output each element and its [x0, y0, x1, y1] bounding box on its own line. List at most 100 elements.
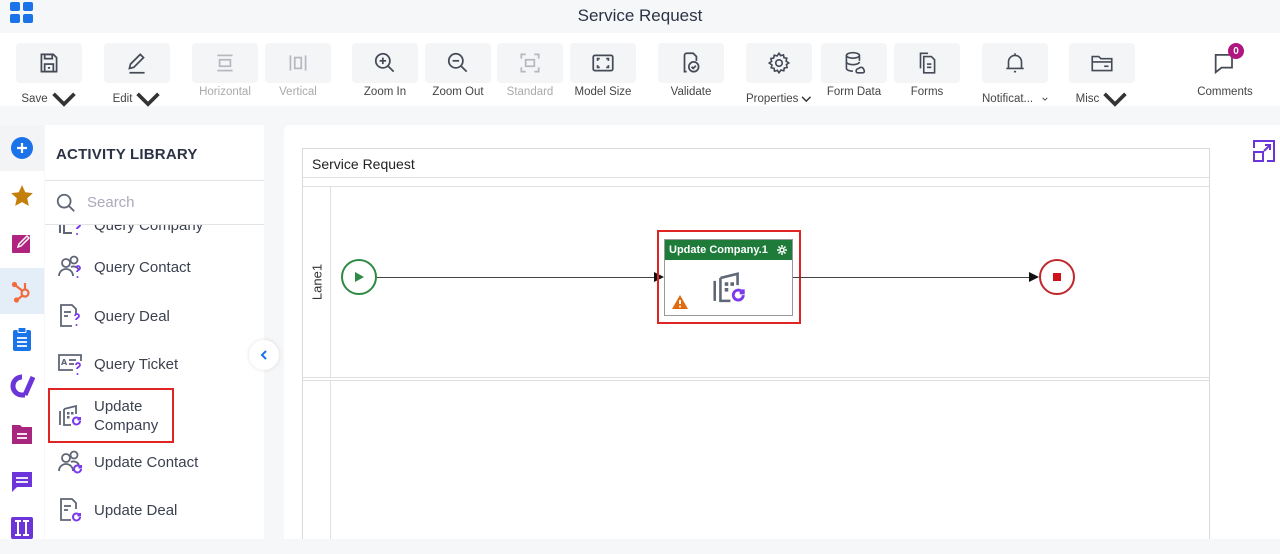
pool-title: Service Request	[312, 156, 415, 172]
save-icon	[40, 53, 58, 73]
vertical-label: Vertical	[279, 86, 317, 98]
library-item-query-ticket[interactable]: A Query Ticket	[45, 344, 264, 384]
clipboard-icon	[13, 327, 31, 351]
zoom-in-button[interactable]: Zoom In	[352, 43, 418, 103]
standard-button[interactable]: Standard	[497, 43, 563, 103]
library-item-label: Update Deal	[94, 501, 178, 519]
start-event[interactable]	[341, 259, 377, 295]
edit-label: Edit	[112, 93, 133, 105]
divider	[303, 177, 1209, 178]
document-folder-icon	[12, 425, 32, 444]
expand-icon[interactable]	[1251, 138, 1277, 164]
rail-add[interactable]	[0, 125, 44, 171]
library-item-query-contact[interactable]: Query Contact	[45, 247, 264, 287]
lane-2[interactable]	[303, 380, 1209, 550]
zoom-out-label: Zoom Out	[432, 86, 484, 98]
task-label: Update Company.1	[669, 244, 768, 256]
misc-button[interactable]: Misc	[1069, 43, 1135, 107]
save-label: Save	[21, 93, 48, 105]
folder-icon	[1091, 55, 1113, 72]
database-icon	[845, 51, 866, 74]
forms-button[interactable]: Forms	[894, 43, 960, 103]
svg-text:A: A	[61, 358, 68, 367]
activity-library: ACTIVITY LIBRARY Query Company Query Con…	[45, 125, 264, 539]
horizontal-label: Horizontal	[199, 86, 251, 98]
library-item-label: Query Deal	[94, 307, 170, 325]
horizontal-layout-icon	[217, 54, 233, 72]
left-rail	[0, 125, 44, 545]
form-data-button[interactable]: Form Data	[821, 43, 887, 103]
rail-clipboard[interactable]	[0, 316, 44, 362]
chevron-down-icon	[51, 92, 76, 107]
rail-integration[interactable]	[0, 363, 44, 409]
toolbar: Save Edit Horizontal Vertical Zoom In Zo…	[0, 33, 1280, 107]
warning-icon[interactable]	[671, 294, 689, 310]
library-item-query-deal[interactable]: Query Deal	[45, 296, 264, 336]
zoom-in-label: Zoom In	[363, 86, 407, 98]
update-company-icon	[712, 272, 745, 303]
update-contact-icon	[55, 447, 85, 477]
rail-favorites[interactable]	[0, 173, 44, 219]
chevron-down-icon	[1042, 97, 1048, 101]
standard-size-icon	[520, 53, 540, 73]
model-size-button[interactable]: Model Size	[570, 43, 636, 103]
notifications-label: Notificat...	[982, 93, 1034, 105]
validate-label: Validate	[670, 86, 712, 98]
horizontal-button[interactable]: Horizontal	[192, 43, 258, 103]
edit-square-icon	[12, 234, 31, 253]
gear-icon	[767, 51, 791, 75]
pool: Service Request Lane1	[302, 148, 1210, 550]
library-item-update-deal[interactable]: Update Deal	[45, 490, 264, 530]
search-input[interactable]	[87, 194, 237, 211]
template-icon	[11, 517, 33, 539]
zoom-out-icon	[447, 52, 468, 73]
properties-label: Properties	[746, 93, 799, 105]
collapse-library-button[interactable]	[249, 340, 279, 370]
sequence-flow[interactable]	[377, 277, 655, 278]
rail-edit-forms[interactable]	[0, 220, 44, 266]
bell-icon	[1006, 53, 1024, 73]
plus-circle-icon	[11, 137, 33, 159]
lane-header	[303, 381, 331, 549]
comments-label: Comments	[1197, 86, 1253, 98]
gear-icon[interactable]	[776, 244, 788, 256]
task-update-company[interactable]: Update Company.1	[664, 239, 793, 316]
chevron-down-icon	[136, 92, 161, 107]
rail-document[interactable]	[0, 411, 44, 457]
rail-chat[interactable]	[0, 458, 44, 504]
stop-icon	[1053, 273, 1061, 281]
chevron-left-icon	[260, 350, 267, 360]
rail-hubspot[interactable]	[0, 268, 44, 314]
validate-button[interactable]: Validate	[658, 43, 724, 103]
zoom-out-button[interactable]: Zoom Out	[425, 43, 491, 103]
library-item-update-contact[interactable]: Update Contact	[45, 442, 264, 482]
model-size-label: Model Size	[574, 86, 632, 98]
update-deal-icon	[55, 495, 85, 525]
library-item-update-company[interactable]: Update Company	[45, 393, 264, 439]
update-company-icon	[55, 401, 85, 431]
save-button[interactable]: Save	[16, 43, 82, 107]
form-data-label: Form Data	[826, 86, 882, 98]
properties-button[interactable]: Properties	[746, 43, 812, 105]
comments-button[interactable]: 0 Comments	[1190, 43, 1260, 98]
model-size-icon	[592, 54, 614, 72]
vertical-button[interactable]: Vertical	[265, 43, 331, 103]
library-search	[45, 181, 264, 225]
end-event[interactable]	[1039, 259, 1075, 295]
library-item-label: Query Contact	[94, 258, 191, 276]
sequence-flow[interactable]	[793, 277, 1029, 278]
arrowhead-icon	[654, 272, 664, 282]
forms-label: Forms	[910, 86, 944, 98]
chevron-down-icon	[801, 96, 812, 103]
arrowhead-icon	[1029, 272, 1039, 282]
validate-icon	[683, 52, 700, 73]
misc-label: Misc	[1075, 93, 1100, 105]
pencil-icon	[128, 53, 145, 74]
task-body	[665, 260, 792, 316]
edit-button[interactable]: Edit	[104, 43, 170, 107]
star-icon	[11, 185, 33, 206]
notifications-button[interactable]: Notificat...	[982, 43, 1048, 105]
forms-icon	[919, 52, 936, 74]
query-contact-icon	[55, 252, 85, 282]
lane-header: Lane1	[303, 187, 331, 377]
